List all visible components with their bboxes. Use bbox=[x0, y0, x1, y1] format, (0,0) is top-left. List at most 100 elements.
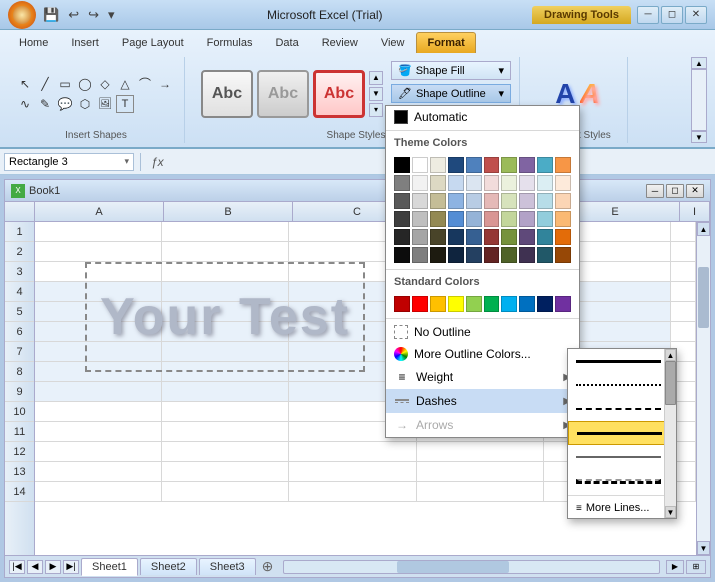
save-button[interactable]: 💾 bbox=[40, 5, 62, 25]
color-red[interactable] bbox=[484, 157, 500, 173]
vscroll-thumb[interactable] bbox=[698, 267, 709, 328]
color-teal[interactable] bbox=[537, 157, 553, 173]
color-cream[interactable] bbox=[430, 157, 446, 173]
dash-solid[interactable] bbox=[568, 349, 676, 373]
more-lines[interactable]: ≡ More Lines... bbox=[568, 498, 676, 518]
color-green[interactable] bbox=[501, 157, 517, 173]
row-3[interactable]: 3 bbox=[5, 262, 34, 282]
line-tool[interactable]: ╱ bbox=[36, 75, 54, 93]
row-6[interactable]: 6 bbox=[5, 322, 34, 342]
tab-formulas[interactable]: Formulas bbox=[196, 32, 264, 53]
dash-dotted[interactable] bbox=[568, 373, 676, 397]
sheet-tab-1[interactable]: Sheet1 bbox=[81, 558, 138, 576]
wb-close[interactable]: ✕ bbox=[686, 184, 704, 198]
ribbon-scroll-down[interactable]: ▼ bbox=[691, 131, 707, 143]
rect-tool[interactable]: ▭ bbox=[56, 75, 74, 93]
dash-scroll-thumb[interactable] bbox=[665, 361, 676, 405]
row-2[interactable]: 2 bbox=[5, 242, 34, 262]
shape-object[interactable]: Your Test bbox=[85, 262, 365, 372]
row-13[interactable]: 13 bbox=[5, 462, 34, 482]
row-7[interactable]: 7 bbox=[5, 342, 34, 362]
drawing-tools-tab[interactable]: Drawing Tools bbox=[532, 6, 631, 24]
row-5[interactable]: 5 bbox=[5, 302, 34, 322]
tab-page-layout[interactable]: Page Layout bbox=[111, 32, 195, 53]
diamond-tool[interactable]: ◇ bbox=[96, 75, 114, 93]
tab-add-button[interactable]: ⊕ bbox=[258, 558, 278, 575]
row-14[interactable]: 14 bbox=[5, 482, 34, 502]
close-button[interactable]: ✕ bbox=[685, 6, 707, 24]
undo-button[interactable]: ↩ bbox=[65, 5, 82, 25]
callout-tool[interactable]: 💬 bbox=[56, 95, 74, 113]
arrow-tool[interactable]: → bbox=[156, 75, 174, 93]
menu-more-colors[interactable]: More Outline Colors... bbox=[386, 343, 579, 365]
ellipse-tool[interactable]: ◯ bbox=[76, 75, 94, 93]
zoom-controls[interactable]: ⊞ bbox=[686, 560, 706, 574]
dash-dot-dot[interactable] bbox=[568, 469, 676, 493]
row-8[interactable]: 8 bbox=[5, 362, 34, 382]
freeform-tool[interactable]: ✎ bbox=[36, 95, 54, 113]
name-box-arrow[interactable]: ▾ bbox=[124, 156, 129, 167]
color-blue[interactable] bbox=[466, 157, 482, 173]
redo-button[interactable]: ↪ bbox=[85, 5, 102, 25]
office-button[interactable] bbox=[8, 1, 36, 29]
color-darkblue[interactable] bbox=[448, 157, 464, 173]
dash-long-dot[interactable] bbox=[568, 445, 676, 469]
tab-review[interactable]: Review bbox=[311, 32, 369, 53]
row-1[interactable]: 1 bbox=[5, 222, 34, 242]
tab-home[interactable]: Home bbox=[8, 32, 59, 53]
hscroll-thumb[interactable] bbox=[397, 561, 509, 573]
row-4[interactable]: 4 bbox=[5, 282, 34, 302]
vscroll-down[interactable]: ▼ bbox=[697, 541, 710, 555]
menu-weight[interactable]: ≡ Weight ▶ bbox=[386, 365, 579, 389]
menu-arrows[interactable]: → Arrows ▶ bbox=[386, 413, 579, 437]
dash-scroll-up[interactable]: ▲ bbox=[665, 349, 676, 361]
minimize-button[interactable]: ─ bbox=[637, 6, 659, 24]
row-9[interactable]: 9 bbox=[5, 382, 34, 402]
menu-automatic[interactable]: Automatic bbox=[386, 106, 579, 128]
image-tool[interactable]: 🖼 bbox=[96, 95, 114, 113]
style-box-1[interactable]: Abc bbox=[201, 70, 253, 118]
row-12[interactable]: 12 bbox=[5, 442, 34, 462]
row-10[interactable]: 10 bbox=[5, 402, 34, 422]
restore-button[interactable]: ◻ bbox=[661, 6, 683, 24]
menu-no-outline[interactable]: No Outline bbox=[386, 321, 579, 343]
dash-short[interactable] bbox=[568, 397, 676, 421]
col-a[interactable]: A bbox=[35, 202, 164, 221]
curve-tool[interactable]: ∿ bbox=[16, 95, 34, 113]
styles-scroll-up[interactable]: ▲ bbox=[369, 71, 383, 85]
color-orange[interactable] bbox=[555, 157, 571, 173]
sheet-tab-2[interactable]: Sheet2 bbox=[140, 558, 197, 575]
sheet-tab-3[interactable]: Sheet3 bbox=[199, 558, 256, 575]
color-white[interactable] bbox=[412, 157, 428, 173]
select-tool[interactable]: ↖ bbox=[16, 75, 34, 93]
name-box[interactable]: Rectangle 3 ▾ bbox=[4, 153, 134, 171]
menu-dashes[interactable]: Dashes ▶ bbox=[386, 389, 579, 413]
shape-outline-button[interactable]: 🖊 Shape Outline ▾ bbox=[391, 84, 511, 103]
tab-format[interactable]: Format bbox=[416, 32, 475, 53]
styles-scroll-down[interactable]: ▼ bbox=[369, 87, 383, 101]
vscroll-up[interactable]: ▲ bbox=[697, 222, 710, 236]
col-b[interactable]: B bbox=[164, 202, 293, 221]
dash-scroll-down[interactable]: ▼ bbox=[665, 506, 676, 518]
textbox-tool[interactable]: T bbox=[116, 95, 134, 113]
style-box-2[interactable]: Abc bbox=[257, 70, 309, 118]
wb-restore[interactable]: ◻ bbox=[666, 184, 684, 198]
shape-fill-button[interactable]: 🪣 Shape Fill ▾ bbox=[391, 61, 511, 80]
tab-data[interactable]: Data bbox=[264, 32, 309, 53]
tab-next[interactable]: ▶ bbox=[45, 560, 61, 574]
triangle-tool[interactable]: △ bbox=[116, 75, 134, 93]
arc-tool[interactable]: ⌒ bbox=[136, 75, 154, 93]
color-purple[interactable] bbox=[519, 157, 535, 173]
customize-button[interactable]: ▾ bbox=[105, 5, 118, 25]
styles-more[interactable]: ▾ bbox=[369, 103, 383, 117]
tab-view[interactable]: View bbox=[370, 32, 416, 53]
row-11[interactable]: 11 bbox=[5, 422, 34, 442]
ribbon-scroll-up[interactable]: ▲ bbox=[691, 57, 707, 69]
style-box-3[interactable]: Abc bbox=[313, 70, 365, 118]
hscroll-right[interactable]: ▶ bbox=[666, 560, 684, 574]
tab-first[interactable]: |◀ bbox=[9, 560, 25, 574]
color-black[interactable] bbox=[394, 157, 410, 173]
tab-last[interactable]: ▶| bbox=[63, 560, 79, 574]
col-i[interactable]: I bbox=[680, 202, 710, 221]
horizontal-scrollbar[interactable] bbox=[283, 560, 660, 574]
